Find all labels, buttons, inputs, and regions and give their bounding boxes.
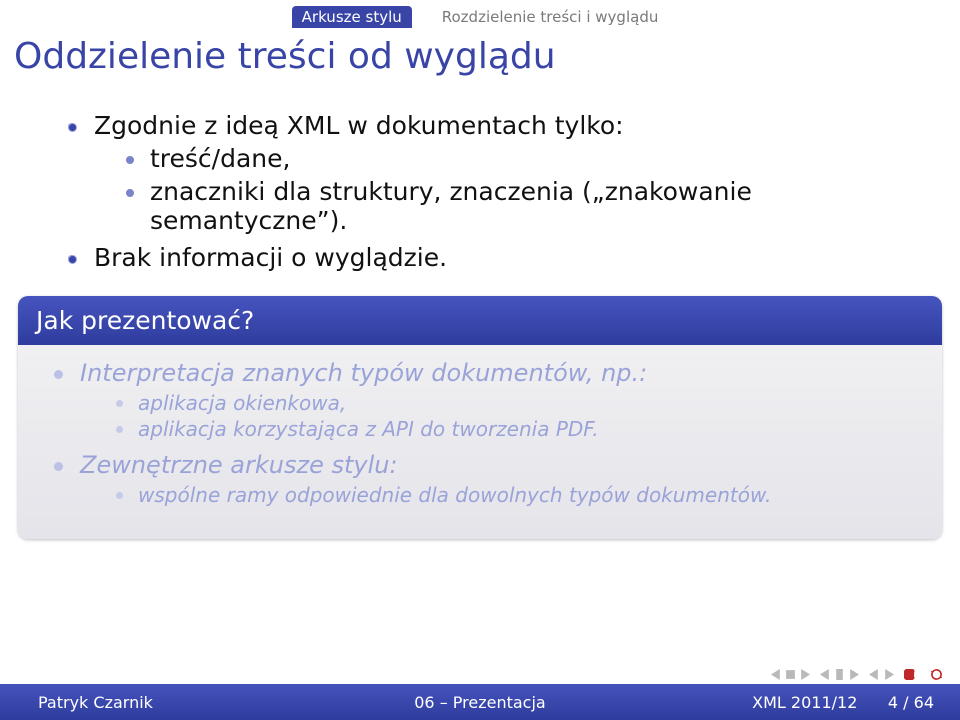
triangle-right-icon — [848, 669, 859, 680]
bullet-icon — [68, 123, 77, 132]
list-item: Zgodnie z ideą XML w dokumentach tylko: … — [68, 111, 916, 235]
nav-section[interactable]: Arkusze stylu — [292, 6, 412, 28]
callout-body: Interpretacja znanych typów dokumentów, … — [18, 345, 942, 539]
callout-block: Jak prezentować? Interpretacja znanych t… — [18, 296, 942, 539]
bullet-icon — [54, 370, 63, 379]
text: aplikacja okienkowa, — [138, 391, 346, 415]
text: treść/dane, — [150, 144, 290, 173]
square-icon — [785, 669, 796, 680]
list-item: Zewnętrzne arkusze stylu: wspólne ramy o… — [54, 451, 924, 507]
list-item: aplikacja okienkowa, — [116, 391, 924, 415]
list-item: treść/dane, — [126, 144, 916, 173]
list-item: Interpretacja znanych typów dokumentów, … — [54, 359, 924, 441]
triangle-right-icon — [799, 669, 810, 680]
nav-subsection[interactable]: Rozdzielenie treści i wyglądu — [432, 6, 669, 28]
bullet-icon — [126, 156, 134, 164]
triangle-left-icon — [869, 669, 880, 680]
page-title: Oddzielenie treści od wyglądu — [14, 36, 960, 77]
footer-doc: 06 – Prezentacja — [260, 693, 700, 712]
triangle-left-icon — [771, 669, 782, 680]
callout-title: Jak prezentować? — [18, 296, 942, 345]
text: Zgodnie z ideą XML w dokumentach tylko: — [94, 111, 624, 140]
body: Zgodnie z ideą XML w dokumentach tylko: … — [0, 77, 960, 272]
nav-prev-section[interactable] — [820, 669, 859, 680]
nav-back[interactable] — [904, 669, 915, 680]
undo-left-icon — [904, 669, 915, 680]
footer-page: 4 / 64 — [888, 693, 934, 712]
bullet-icon — [116, 400, 123, 407]
triangle-right-icon — [883, 669, 894, 680]
text: Zewnętrzne arkusze stylu: — [80, 451, 398, 479]
text: znaczniki dla struktury, znaczenia („zna… — [150, 177, 752, 235]
footer-course: XML 2011/12 — [752, 693, 857, 712]
nav-refresh[interactable] — [931, 669, 942, 680]
text: Interpretacja znanych typów dokumentów, … — [80, 359, 647, 387]
bullet-icon — [116, 492, 123, 499]
footer-author: Patryk Czarnik — [0, 693, 260, 712]
bullet-icon — [116, 426, 123, 433]
nav-prev-frame[interactable] — [869, 669, 894, 680]
text: Brak informacji o wyglądzie. — [94, 243, 447, 272]
footer: Patryk Czarnik 06 – Prezentacja XML 2011… — [0, 684, 960, 720]
text: wspólne ramy odpowiednie dla dowolnych t… — [138, 483, 771, 507]
bullet-icon — [54, 462, 63, 471]
triangle-left-icon — [820, 669, 831, 680]
refresh-icon — [931, 669, 942, 680]
doc-icon — [834, 669, 845, 680]
breadcrumb: Arkusze stylu Rozdzielenie treści i wygl… — [0, 0, 960, 28]
list-item: wspólne ramy odpowiednie dla dowolnych t… — [116, 483, 924, 507]
text: aplikacja korzystająca z API do tworzeni… — [138, 417, 599, 441]
nav-prev-slide[interactable] — [771, 669, 810, 680]
bullet-icon — [68, 255, 77, 264]
list-item: aplikacja korzystająca z API do tworzeni… — [116, 417, 924, 441]
slide-nav-controls — [771, 669, 942, 680]
list-item: Brak informacji o wyglądzie. — [68, 243, 916, 272]
bullet-icon — [126, 189, 134, 197]
footer-right: XML 2011/12 4 / 64 — [700, 693, 960, 712]
list-item: znaczniki dla struktury, znaczenia („zna… — [126, 177, 916, 235]
